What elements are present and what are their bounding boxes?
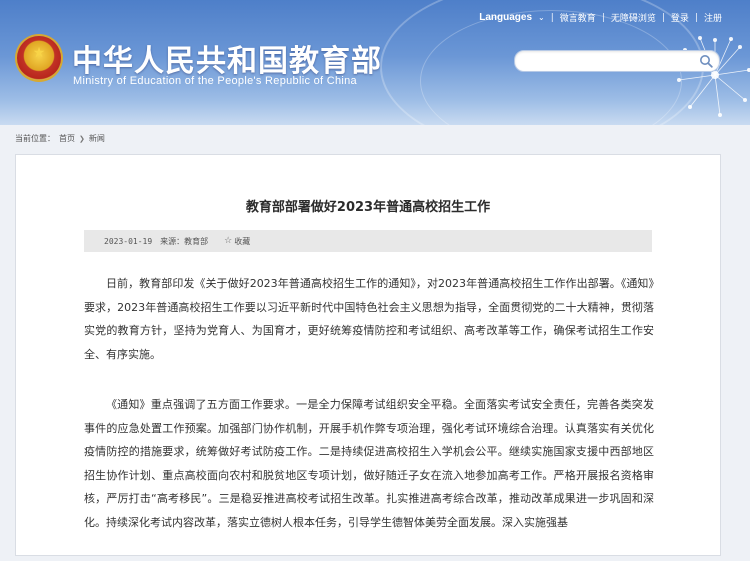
search-input[interactable] xyxy=(525,53,699,70)
dandelion-decoration xyxy=(677,36,750,117)
star-outline-icon: ☆ xyxy=(224,236,233,246)
favorite-label: 收藏 xyxy=(234,236,251,246)
site-title[interactable]: 中华人民共和国教育部 xyxy=(72,36,382,80)
site-subtitle: Ministry of Education of the People's Re… xyxy=(73,75,357,87)
article-date: 2023-01-19 xyxy=(104,236,153,246)
article-paragraph: 日前，教育部印发《关于做好2023年普通高校招生工作的通知》，对2023年普通高… xyxy=(84,277,654,361)
divider: | xyxy=(661,12,665,23)
article-title: 教育部部署做好2023年普通高校招生工作 xyxy=(245,200,491,215)
search-icon[interactable] xyxy=(699,54,713,68)
breadcrumb-home[interactable]: 首页 xyxy=(59,133,75,144)
national-emblem-icon: ★ xyxy=(17,36,61,80)
divider: | xyxy=(694,12,698,23)
article-body: 日前，教育部印发《关于做好2023年普通高校招生工作的通知》，对2023年普通高… xyxy=(84,272,654,561)
accessible-browsing-link[interactable]: 无障碍浏览 xyxy=(611,11,656,24)
article-paragraph: 《通知》重点强调了五方面工作要求。一是全力保障考试组织安全平稳。全面落实考试安全… xyxy=(84,398,654,529)
site-header: ★ 中华人民共和国教育部 Ministry of Education of th… xyxy=(0,0,750,125)
top-nav: Languages ⌄ | 微言教育 | 无障碍浏览 | 登录 | 注册 xyxy=(479,11,722,24)
breadcrumb-news[interactable]: 新闻 xyxy=(89,133,105,144)
article-source: 来源：教育部 xyxy=(160,236,209,246)
languages-menu[interactable]: Languages xyxy=(479,12,532,23)
article-container: 教育部部署做好2023年普通高校招生工作 2023-01-19 来源：教育部 ☆… xyxy=(15,154,721,556)
breadcrumb: 当前位置： 首页 ❯ 新闻 xyxy=(15,133,105,144)
favorite-button[interactable]: ☆ 收藏 xyxy=(224,236,250,247)
article-meta: 2023-01-19 来源：教育部 ☆ 收藏 xyxy=(84,230,652,252)
register-link[interactable]: 注册 xyxy=(704,11,722,24)
search-box xyxy=(514,50,720,72)
star-icon: ★ xyxy=(32,45,46,61)
weibo-link[interactable]: 微言教育 xyxy=(560,11,596,24)
chevron-right-icon: ❯ xyxy=(79,134,85,143)
divider: | xyxy=(601,12,605,23)
breadcrumb-label: 当前位置： xyxy=(15,134,55,143)
login-link[interactable]: 登录 xyxy=(671,11,689,24)
chevron-down-icon[interactable]: ⌄ xyxy=(538,13,545,22)
divider: | xyxy=(550,12,554,23)
